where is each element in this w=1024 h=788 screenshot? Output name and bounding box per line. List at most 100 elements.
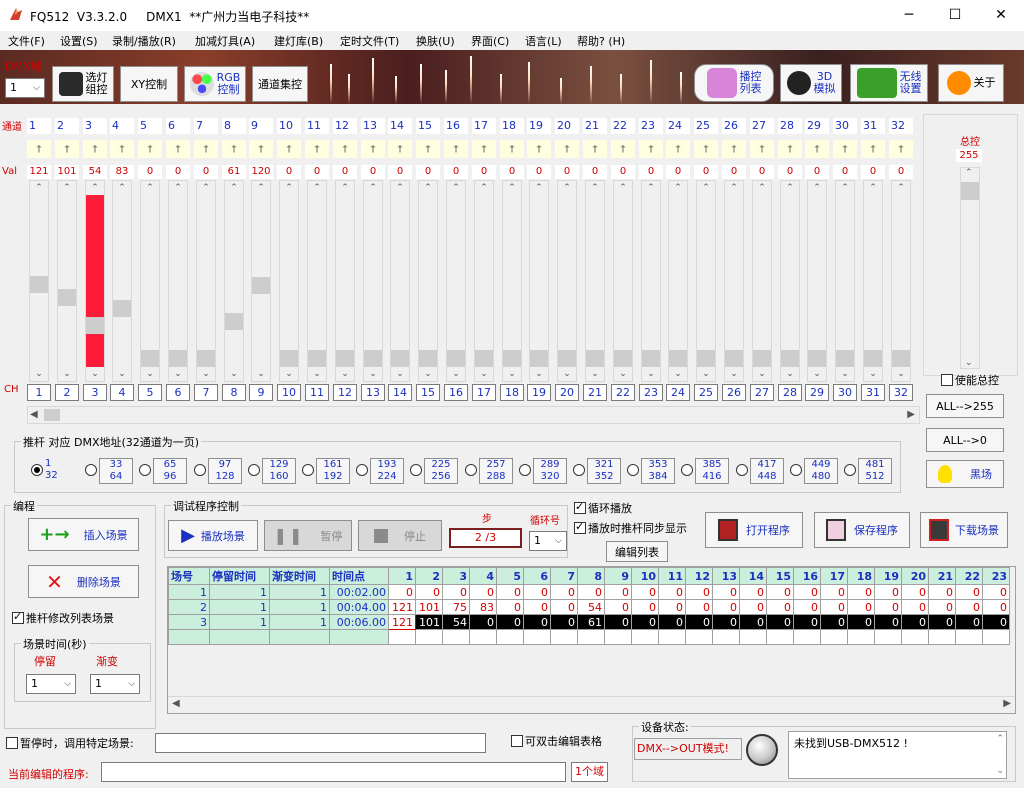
table-cell[interactable]: 0: [874, 599, 902, 615]
table-cell[interactable]: 0: [523, 599, 551, 615]
slider-up-icon[interactable]: ⌃: [808, 181, 826, 195]
slider-thumb[interactable]: [364, 350, 382, 367]
table-cell[interactable]: [631, 629, 659, 645]
table-cell[interactable]: 0: [847, 614, 875, 630]
column-header[interactable]: 场号: [168, 567, 210, 585]
slider-thumb[interactable]: [725, 350, 743, 367]
table-cell[interactable]: [604, 629, 632, 645]
table-cell[interactable]: 0: [604, 614, 632, 630]
column-header[interactable]: 18: [847, 567, 875, 585]
stop-button[interactable]: 停止: [358, 520, 442, 551]
slider-down-icon[interactable]: ⌄: [308, 367, 326, 381]
channel-slider[interactable]: ⌃ ⌄: [112, 180, 132, 382]
menu-help[interactable]: 帮助? (H): [577, 33, 625, 49]
slider-thumb[interactable]: [252, 277, 270, 294]
slider-track[interactable]: [86, 195, 104, 367]
table-cell[interactable]: 0: [793, 584, 821, 600]
table-cell[interactable]: [442, 629, 470, 645]
channel-slider[interactable]: ⌃ ⌄: [807, 180, 827, 382]
column-header[interactable]: 21: [928, 567, 956, 585]
slider-up-icon[interactable]: ⌃: [892, 181, 910, 195]
radio-circle[interactable]: [844, 464, 856, 476]
radio-circle[interactable]: [410, 464, 422, 476]
column-header[interactable]: 23: [982, 567, 1010, 585]
table-cell[interactable]: 0: [847, 584, 875, 600]
table-cell[interactable]: 61: [577, 614, 605, 630]
slider-thumb[interactable]: [753, 350, 771, 367]
current-program-field[interactable]: [101, 762, 566, 782]
dmx-page-radio[interactable]: 1 32: [31, 458, 79, 482]
table-cell[interactable]: 0: [550, 584, 578, 600]
table-cell[interactable]: [550, 629, 578, 645]
channel-slider[interactable]: ⌃ ⌄: [29, 180, 49, 382]
slider-down-icon[interactable]: ⌄: [697, 367, 715, 381]
channel-select-button[interactable]: 25: [694, 384, 718, 401]
column-header[interactable]: 6: [523, 567, 551, 585]
slider-up-icon[interactable]: ⌃: [252, 181, 270, 195]
slider-track[interactable]: [558, 195, 576, 367]
column-header[interactable]: 8: [577, 567, 605, 585]
table-cell[interactable]: 1: [209, 584, 270, 600]
table-cell[interactable]: 0: [955, 599, 983, 615]
channel-select-button[interactable]: 10: [277, 384, 301, 401]
slider-thumb[interactable]: [642, 350, 660, 367]
column-header[interactable]: 15: [766, 567, 794, 585]
channel-slider[interactable]: ⌃ ⌄: [724, 180, 744, 382]
table-cell[interactable]: 0: [604, 584, 632, 600]
table-cell[interactable]: 0: [631, 584, 659, 600]
slider-track[interactable]: [781, 195, 799, 367]
dmx-page-radio[interactable]: 225 256: [410, 458, 458, 484]
slider-thumb[interactable]: [58, 289, 76, 306]
slider-down-icon[interactable]: ⌄: [197, 367, 215, 381]
radio-circle[interactable]: [31, 464, 43, 476]
table-cell[interactable]: 0: [820, 614, 848, 630]
slider-thumb[interactable]: [447, 350, 465, 367]
slider-up-icon[interactable]: ⌃: [86, 181, 104, 195]
table-cell[interactable]: 0: [496, 584, 524, 600]
table-cell[interactable]: [685, 629, 713, 645]
table-cell[interactable]: 00:04.00: [329, 599, 389, 615]
radio-circle[interactable]: [248, 464, 260, 476]
slider-up-icon[interactable]: ⌃: [753, 181, 771, 195]
slider-track[interactable]: [169, 195, 187, 367]
channel-select-button[interactable]: 6: [166, 384, 190, 401]
column-header[interactable]: 7: [550, 567, 578, 585]
channel-slider[interactable]: ⌃ ⌄: [279, 180, 299, 382]
checkbox-box[interactable]: [941, 374, 953, 386]
slider-down-icon[interactable]: ⌄: [58, 367, 76, 381]
slider-down-icon[interactable]: ⌄: [864, 367, 882, 381]
radio-circle[interactable]: [302, 464, 314, 476]
slider-thumb[interactable]: [419, 350, 437, 367]
dmx-page-radio[interactable]: 65 96: [139, 458, 187, 484]
channel-select-button[interactable]: 9: [249, 384, 273, 401]
channel-select-button[interactable]: 11: [305, 384, 329, 401]
table-row[interactable]: [168, 629, 1010, 645]
table-cell[interactable]: [712, 629, 740, 645]
edit-list-button[interactable]: 编辑列表: [606, 541, 668, 562]
all-255-button[interactable]: ALL-->255: [926, 394, 1004, 418]
table-cell[interactable]: 75: [442, 599, 470, 615]
channel-slider[interactable]: ⌃ ⌄: [613, 180, 633, 382]
radio-circle[interactable]: [627, 464, 639, 476]
menu-file[interactable]: 文件(F): [8, 33, 45, 49]
slider-thumb[interactable]: [558, 350, 576, 367]
channel-slider[interactable]: ⌃ ⌄: [891, 180, 911, 382]
slider-track[interactable]: [753, 195, 771, 367]
slider-track[interactable]: [364, 195, 382, 367]
play-scene-button[interactable]: ▶ 播放场景: [168, 520, 258, 551]
channel-slider[interactable]: ⌃ ⌄: [390, 180, 410, 382]
slider-thumb[interactable]: [836, 350, 854, 367]
dmx-page-radio[interactable]: 385 416: [681, 458, 729, 484]
download-scene-button[interactable]: 下载场景: [920, 512, 1008, 548]
dmx-page-radio[interactable]: 321 352: [573, 458, 621, 484]
table-cell[interactable]: 0: [496, 614, 524, 630]
minimize-button[interactable]: ─: [886, 0, 932, 31]
slider-thumb[interactable]: [586, 350, 604, 367]
fader-modify-checkbox[interactable]: 推杆修改列表场景: [12, 610, 114, 626]
all-0-button[interactable]: ALL-->0: [926, 428, 1004, 452]
slider-track[interactable]: [503, 195, 521, 367]
table-cell[interactable]: [329, 629, 389, 645]
slider-thumb[interactable]: [169, 350, 187, 367]
table-cell[interactable]: 0: [658, 599, 686, 615]
table-cell[interactable]: 0: [604, 599, 632, 615]
